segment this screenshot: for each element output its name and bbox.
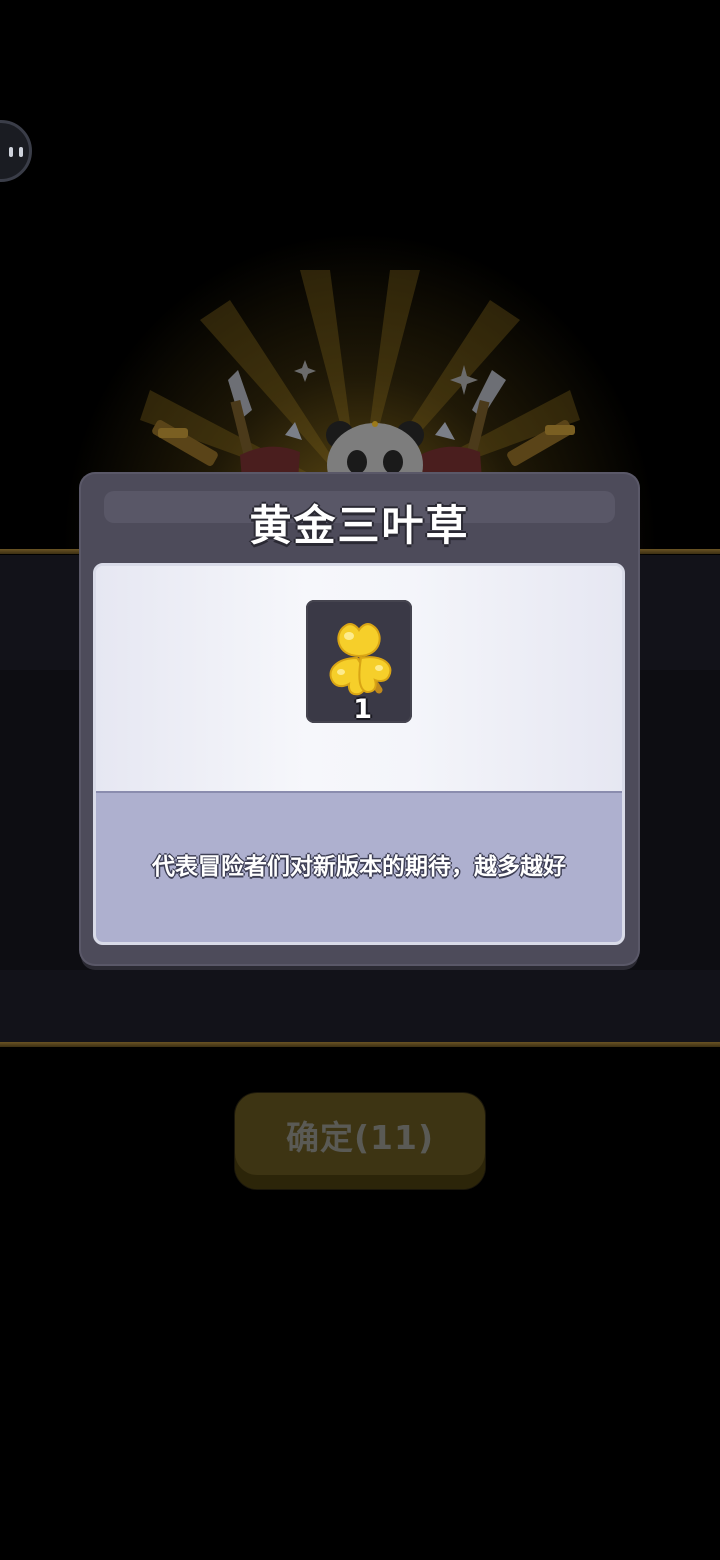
confirm-button-label: 确定(11) bbox=[285, 1118, 435, 1157]
item-detail-dialog[interactable]: 黄金三叶草 1 代表冒险者们对新版本的期待，越多越好 bbox=[81, 474, 638, 964]
item-card[interactable]: 1 bbox=[306, 600, 412, 725]
avatar-eye-icon bbox=[9, 147, 13, 157]
player-avatar[interactable] bbox=[0, 120, 32, 182]
avatar-eye-icon bbox=[19, 147, 23, 157]
item-panel: 1 代表冒险者们对新版本的期待，越多越好 bbox=[93, 563, 625, 945]
item-description: 代表冒险者们对新版本的期待，越多越好 bbox=[152, 854, 566, 880]
reward-scene bbox=[152, 370, 575, 480]
item-quantity: 1 bbox=[353, 694, 372, 725]
golden-clover-icon bbox=[329, 623, 392, 696]
dialog-title: 黄金三叶草 bbox=[249, 501, 470, 550]
description-area: 代表冒险者们对新版本的期待，越多越好 bbox=[96, 793, 622, 942]
band-bottom-border bbox=[0, 1042, 720, 1047]
confirm-button[interactable]: 确定(11) bbox=[235, 1093, 485, 1189]
item-preview-area: 1 bbox=[96, 566, 622, 791]
